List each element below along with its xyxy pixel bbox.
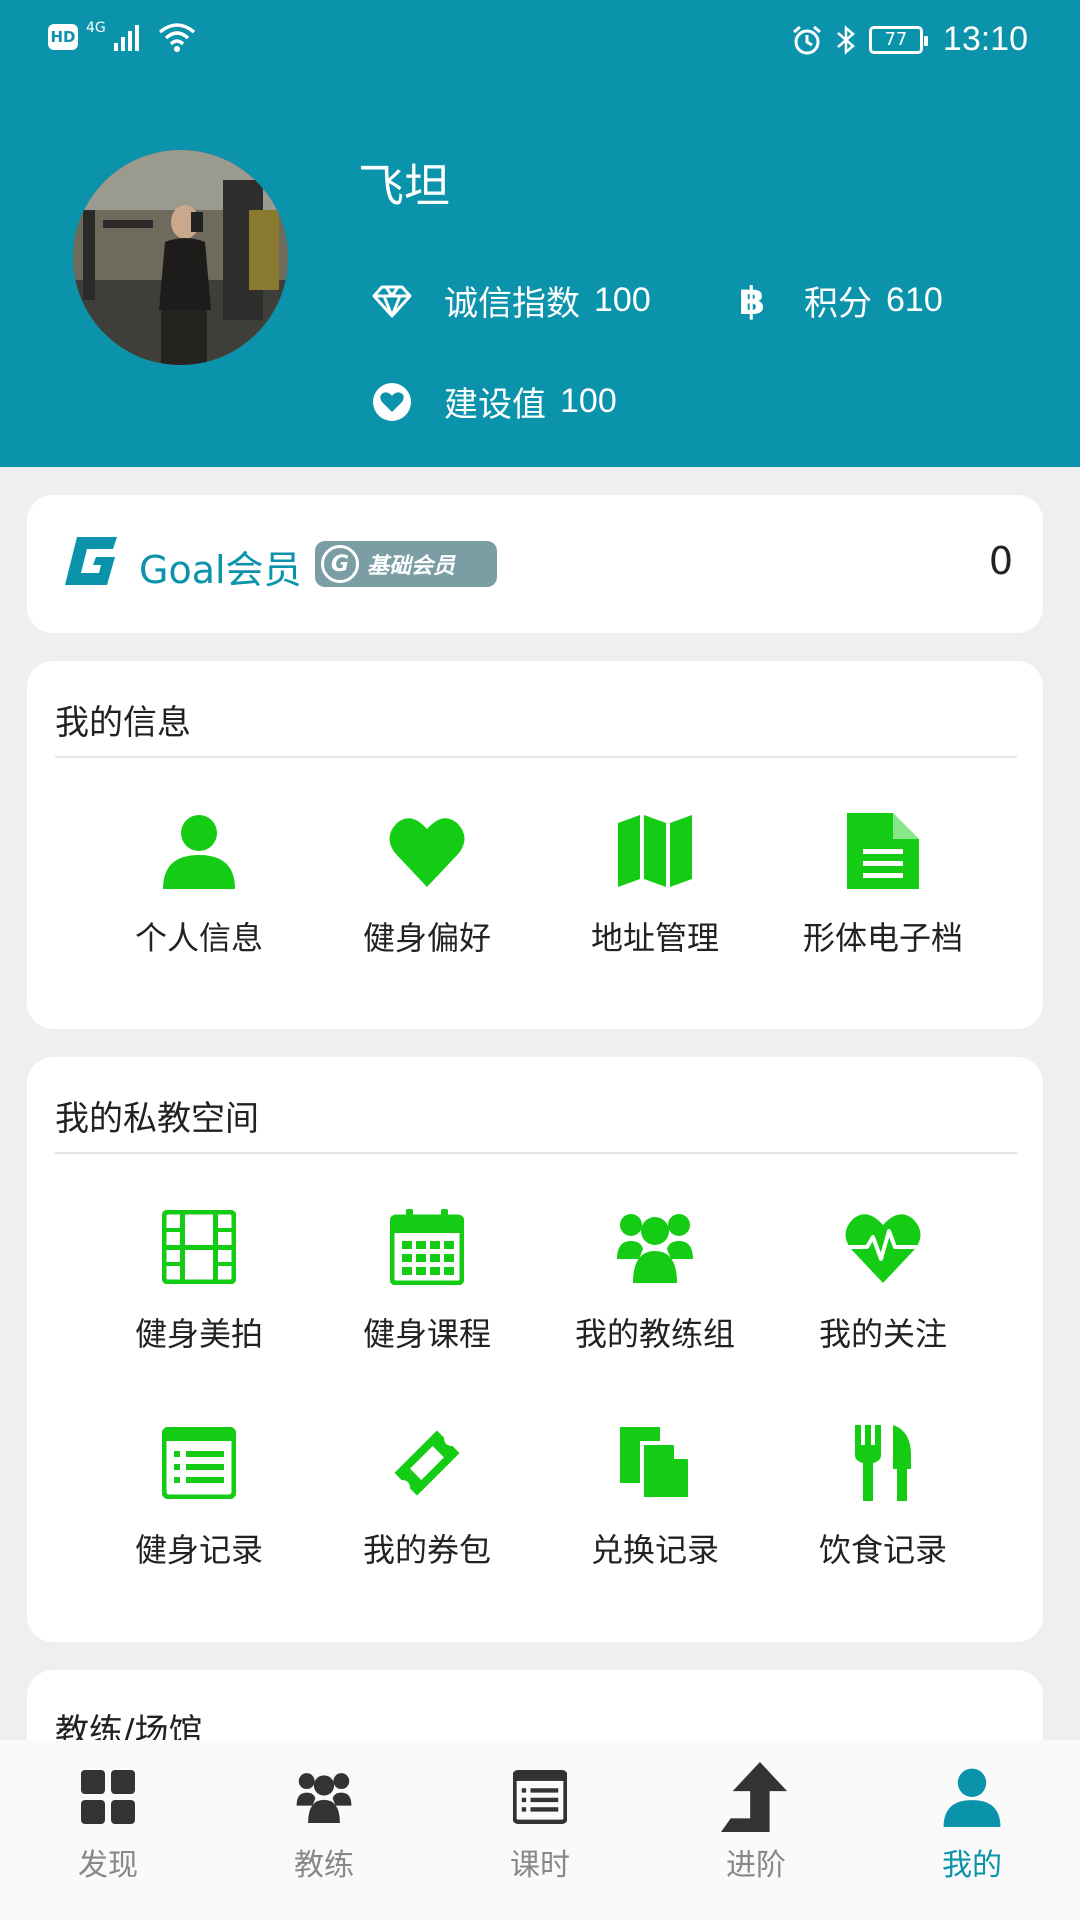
grid-item-fitness-photos[interactable]: 健身美拍	[85, 1207, 313, 1355]
goal-logo-icon	[63, 535, 119, 591]
my-info-card: 我的信息 个人信息 健身偏好 地址管理 形体电子档	[27, 661, 1043, 1029]
build-stat: 建设值 100	[370, 377, 617, 426]
group-icon	[615, 1207, 695, 1287]
nav-label: 我的	[942, 1848, 1002, 1883]
heart-circle-icon	[370, 380, 414, 424]
grid-item-diet-records[interactable]: 饮食记录	[769, 1423, 997, 1571]
battery-indicator: 77	[868, 25, 928, 54]
grid-item-label: 饮食记录	[818, 1531, 947, 1569]
membership-title: Goal会员	[139, 548, 302, 592]
nav-item-class-hours[interactable]: 课时	[460, 1762, 620, 1884]
level-up-icon	[721, 1762, 791, 1832]
grid-item-label: 形体电子档	[802, 919, 963, 957]
integrity-value: 100	[594, 281, 651, 319]
grid-item-fitness-records[interactable]: 健身记录	[85, 1423, 313, 1571]
points-label: 积分	[804, 284, 872, 324]
grid-item-label: 地址管理	[590, 919, 719, 957]
grid-item-fitness-preference[interactable]: 健身偏好	[313, 811, 541, 959]
diamond-icon	[370, 279, 414, 323]
bottom-nav: 发现 教练 课时 进阶 我的	[0, 1740, 1080, 1920]
grid-item-exchange-records[interactable]: 兑换记录	[541, 1423, 769, 1571]
grid-item-label: 健身美拍	[134, 1315, 263, 1353]
profile-header: HD 4G 77 13:10 飞坦 诚信指数 100 ฿ 积分 610 建设值 …	[0, 0, 1080, 467]
signal-icon	[113, 25, 139, 51]
grid-item-label: 我的教练组	[574, 1315, 735, 1353]
private-space-card: 我的私教空间 健身美拍 健身课程 我的教练组 我的关注 健身记录 我的券包 兑换…	[27, 1057, 1043, 1642]
grid-item-label: 个人信息	[134, 919, 263, 957]
grid-item-label: 健身偏好	[362, 919, 491, 957]
user-icon	[937, 1762, 1007, 1832]
grid-item-label: 我的关注	[818, 1315, 947, 1353]
calendar-icon	[387, 1207, 467, 1287]
grid-item-body-profile[interactable]: 形体电子档	[769, 811, 997, 959]
nav-label: 课时	[510, 1848, 570, 1883]
alarm-icon	[792, 25, 821, 54]
grid-item-my-follows[interactable]: 我的关注	[769, 1207, 997, 1355]
membership-value: 0	[988, 539, 1013, 583]
integrity-label: 诚信指数	[444, 284, 580, 324]
grid-icon	[73, 1762, 143, 1832]
nav-item-mine[interactable]: 我的	[892, 1762, 1052, 1884]
membership-card[interactable]: Goal会员 G 基础会员 0	[27, 495, 1043, 633]
membership-badge-label: 基础会员	[367, 554, 456, 579]
grid-item-label: 兑换记录	[590, 1531, 719, 1569]
grid-item-address[interactable]: 地址管理	[541, 811, 769, 959]
points-stat: ฿ 积分 610	[730, 276, 943, 325]
grid-item-label: 健身课程	[362, 1315, 491, 1353]
divider	[55, 756, 1017, 758]
heartbeat-icon	[843, 1207, 923, 1287]
grid-item-coach-group[interactable]: 我的教练组	[541, 1207, 769, 1355]
grid-item-coupons[interactable]: 我的券包	[313, 1423, 541, 1571]
hd-badge: HD	[48, 24, 78, 50]
nav-label: 教练	[294, 1848, 354, 1883]
bitcoin-icon: ฿	[738, 278, 766, 323]
list-alt-icon	[505, 1762, 575, 1832]
build-value: 100	[560, 382, 617, 420]
bluetooth-icon	[837, 24, 855, 55]
person-icon	[159, 811, 239, 891]
grid-item-personal-info[interactable]: 个人信息	[85, 811, 313, 959]
nav-item-advance[interactable]: 进阶	[676, 1762, 836, 1884]
network-label: 4G	[86, 20, 106, 36]
nav-item-coach[interactable]: 教练	[244, 1762, 404, 1884]
grid-item-fitness-courses[interactable]: 健身课程	[313, 1207, 541, 1355]
document-icon	[843, 811, 923, 891]
nav-label: 发现	[78, 1848, 138, 1883]
private-space-title: 我的私教空间	[55, 1099, 259, 1139]
grid-item-label: 健身记录	[134, 1531, 263, 1569]
film-icon	[159, 1207, 239, 1287]
nav-label: 进阶	[726, 1848, 786, 1883]
heart-icon	[387, 811, 467, 891]
my-info-title: 我的信息	[55, 703, 191, 743]
divider	[55, 1152, 1017, 1154]
list-icon	[159, 1423, 239, 1503]
nav-item-discover[interactable]: 发现	[28, 1762, 188, 1884]
wifi-icon	[158, 23, 195, 52]
copy-icon	[615, 1423, 695, 1503]
users-icon	[289, 1762, 359, 1832]
grid-item-label: 我的券包	[362, 1531, 491, 1569]
points-value: 610	[886, 281, 943, 319]
integrity-stat: 诚信指数 100	[370, 276, 651, 325]
membership-badge: G 基础会员	[315, 541, 497, 587]
map-icon	[615, 811, 695, 891]
status-bar: HD 4G 77 13:10	[0, 0, 1080, 84]
ticket-icon	[387, 1423, 467, 1503]
utensils-icon	[843, 1423, 923, 1503]
username: 飞坦	[358, 159, 450, 213]
g-badge-icon: G	[321, 545, 359, 583]
build-label: 建设值	[444, 385, 546, 425]
status-time: 13:10	[942, 20, 1028, 58]
avatar[interactable]	[73, 150, 288, 365]
